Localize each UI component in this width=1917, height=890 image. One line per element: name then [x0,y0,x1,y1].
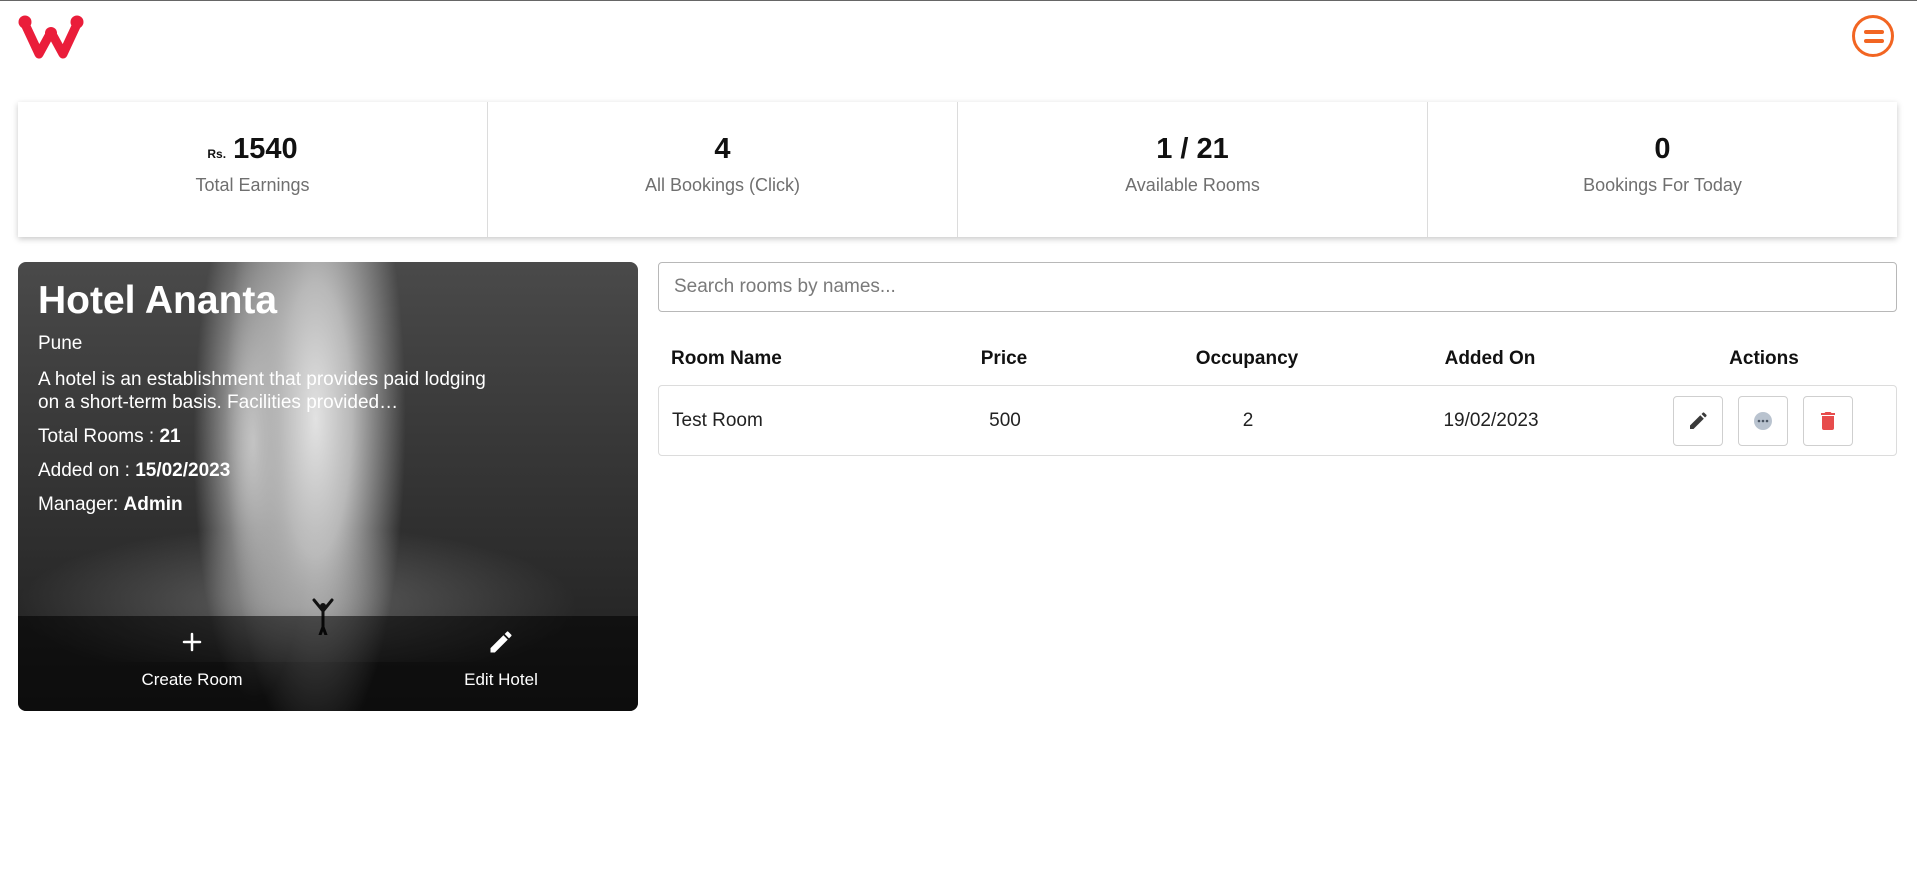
stat-label: Total Earnings [195,174,310,195]
logo-icon[interactable] [17,14,85,62]
menu-icon-bar [1864,39,1884,43]
edit-hotel-label: Edit Hotel [464,670,538,689]
stat-value: Rs. 1540 [18,133,487,166]
room-name-cell: Test Room [672,410,763,431]
rooms-table: Room Name Price Occupancy Added On Actio… [658,330,1897,456]
header-actions-label: Actions [1729,348,1799,369]
hotel-manager: Manager: Admin [38,494,508,516]
header-room-name: Room Name [671,348,782,369]
manager-label: Manager: [38,493,124,515]
total-rooms-label: Total Rooms : [38,425,160,447]
today-value: 0 [1654,133,1671,165]
create-room-button[interactable]: Create Room [102,616,282,711]
hotel-name: Hotel Ananta [38,279,278,322]
added-on-value: 15/02/2023 [135,459,231,481]
more-options-button[interactable] [1738,396,1788,446]
stats-bar: Rs. 1540 Total Earnings 4 All Bookings (C… [18,102,1897,237]
edit-room-button[interactable] [1673,396,1723,446]
hotel-total-rooms: Total Rooms : 21 [38,426,508,448]
header-added-on-label: Added On [1444,348,1536,369]
top-border [0,0,1917,1]
currency-label: Rs. [207,147,227,161]
table-header: Room Name Price Occupancy Added On Actio… [658,330,1897,385]
delete-room-button[interactable] [1803,396,1853,446]
added-on-value: 19/02/2023 [1443,410,1539,431]
occupancy-value: 2 [1242,410,1254,431]
hotel-description: A hotel is an establishment that provide… [38,368,486,413]
hotel-info: Hotel Ananta Pune A hotel is an establis… [38,279,508,516]
hotel-card: Hotel Ananta Pune A hotel is an establis… [18,262,638,711]
manager-value: Admin [123,493,183,515]
trash-icon [1821,412,1835,430]
bookings-value: 4 [714,133,731,165]
total-rooms-value: 21 [159,425,181,447]
stat-all-bookings[interactable]: 4 All Bookings (Click) [488,102,958,237]
stat-label: All Bookings (Click) [644,174,801,195]
pencil-icon [490,631,512,653]
stat-label: Bookings For Today [1583,174,1742,195]
rooms-value: 1 / 21 [1156,133,1229,165]
stat-available-rooms: 1 / 21 Available Rooms [958,102,1428,237]
header-price-label: Price [980,348,1028,369]
edit-hotel-button[interactable]: Edit Hotel [411,616,591,711]
stat-bookings-today: 0 Bookings For Today [1428,102,1897,237]
hotel-city: Pune [38,332,83,354]
stat-total-earnings: Rs. 1540 Total Earnings [18,102,488,237]
earnings-value: 1540 [233,133,298,165]
added-on-label: Added on : [38,459,136,481]
more-icon [1754,412,1772,430]
search-input[interactable] [658,262,1897,312]
stat-label: Available Rooms [1125,174,1260,195]
price-value: 500 [989,410,1021,431]
create-room-label: Create Room [141,670,243,689]
header-occupancy-label: Occupancy [1195,348,1299,369]
card-actions: Create Room Edit Hotel [18,616,638,711]
table-row: Test Room 500 2 19/02/2023 [658,385,1897,456]
menu-icon [1864,30,1884,34]
pencil-icon [1690,412,1707,429]
plus-icon [182,632,202,652]
hotel-added-on: Added on : 15/02/2023 [38,460,508,482]
menu-button[interactable] [1852,15,1894,57]
